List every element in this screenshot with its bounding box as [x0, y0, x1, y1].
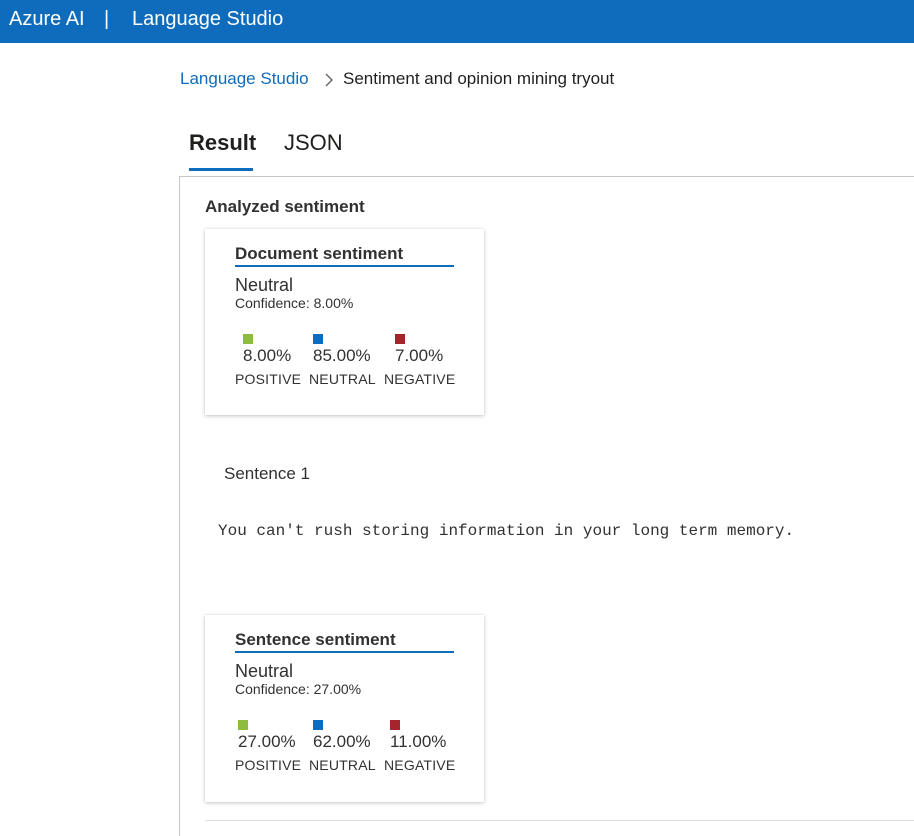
tab-result[interactable]: Result: [189, 130, 256, 156]
breadcrumb: Language Studio Sentiment and opinion mi…: [180, 69, 614, 89]
analyzed-sentiment-heading: Analyzed sentiment: [205, 197, 365, 216]
positive-legend-swatch: [243, 334, 253, 344]
neutral-label: NEUTRAL: [309, 757, 376, 773]
breadcrumb-root-link[interactable]: Language Studio: [180, 69, 309, 88]
sentiment-label: Neutral: [235, 661, 294, 681]
header-separator: |: [104, 8, 110, 30]
breadcrumb-current: Sentiment and opinion mining tryout: [343, 69, 615, 88]
neutral-value: 62.00%: [313, 732, 371, 751]
document-sentiment-card: Document sentiment Neutral Confidence: 8…: [205, 229, 484, 415]
chevron-right-icon: [325, 73, 333, 87]
positive-value: 8.00%: [243, 346, 292, 365]
product-name[interactable]: Language Studio: [132, 8, 283, 31]
negative-label: NEGATIVE: [384, 757, 456, 773]
confidence-text: Confidence: 27.00%: [235, 681, 362, 697]
sentence-sentiment-card: Sentence sentiment Neutral Confidence: 2…: [205, 615, 484, 802]
card-title: Document sentiment: [235, 244, 454, 267]
negative-label: NEGATIVE: [384, 371, 456, 387]
neutral-value: 85.00%: [313, 346, 371, 365]
negative-value: 11.00%: [390, 732, 447, 751]
brand-name[interactable]: Azure AI: [9, 8, 85, 31]
negative-value: 7.00%: [395, 346, 444, 365]
negative-legend-swatch: [395, 334, 405, 344]
card-title: Sentence sentiment: [235, 630, 454, 653]
negative-legend-swatch: [390, 720, 400, 730]
positive-label: POSITIVE: [235, 371, 302, 387]
active-tab-indicator: [189, 168, 253, 171]
sentence-heading: Sentence 1: [224, 464, 311, 483]
sentence-text: You can't rush storing information in yo…: [218, 522, 795, 540]
tab-json[interactable]: JSON: [284, 130, 343, 156]
neutral-legend-swatch: [313, 720, 323, 730]
sentiment-label: Neutral: [235, 275, 294, 295]
positive-legend-swatch: [238, 720, 248, 730]
confidence-text: Confidence: 8.00%: [235, 295, 354, 311]
divider: [205, 820, 914, 821]
positive-label: POSITIVE: [235, 757, 302, 773]
positive-value: 27.00%: [238, 732, 296, 751]
neutral-legend-swatch: [313, 334, 323, 344]
neutral-label: NEUTRAL: [309, 371, 376, 387]
top-bar: Azure AI | Language Studio: [0, 0, 914, 43]
